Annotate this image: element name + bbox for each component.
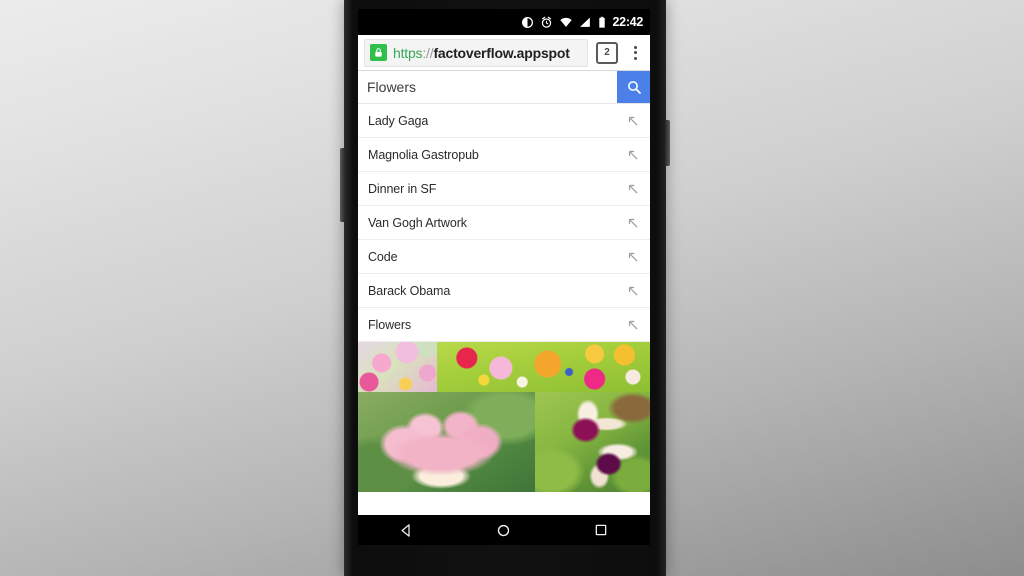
- suggestion-label: Flowers: [368, 317, 412, 332]
- tab-counter-button[interactable]: 2: [596, 41, 618, 64]
- suggestion-label: Van Gogh Artwork: [368, 215, 467, 230]
- list-item[interactable]: Lady Gaga: [358, 104, 650, 138]
- omnibox-url-text: https://factoverflow.appspot: [393, 45, 570, 61]
- omnibox-url-bar[interactable]: https://factoverflow.appspot: [364, 38, 588, 67]
- status-bar-clock: 22:42: [612, 15, 644, 29]
- image-result-row: [358, 342, 650, 392]
- suggestion-label: Lady Gaga: [368, 113, 429, 128]
- image-result-row: [358, 392, 650, 492]
- home-icon[interactable]: [484, 515, 524, 545]
- url-host: factoverflow.appspot: [433, 44, 570, 61]
- tab-count-label: 2: [604, 47, 610, 58]
- suggestion-label: Dinner in SF: [368, 181, 437, 196]
- back-icon[interactable]: [387, 515, 427, 545]
- image-result-thumbnail[interactable]: [358, 392, 535, 492]
- search-bar: [358, 71, 650, 104]
- cellular-signal-icon: [579, 17, 590, 27]
- suggestion-label: Code: [368, 249, 398, 264]
- menu-dot: [633, 51, 637, 54]
- list-item[interactable]: Van Gogh Artwork: [358, 206, 650, 240]
- image-result-thumbnail[interactable]: [436, 342, 650, 392]
- list-item[interactable]: Magnolia Gastropub: [358, 138, 650, 172]
- do-not-disturb-icon: [521, 16, 533, 28]
- list-item[interactable]: Code: [358, 240, 650, 274]
- arrow-up-left-icon[interactable]: [616, 114, 650, 128]
- search-icon: [627, 81, 641, 94]
- image-result-thumbnail[interactable]: [534, 392, 650, 492]
- browser-toolbar: https://factoverflow.appspot 2: [358, 35, 650, 71]
- phone-screen: 22:42 https://factoverflow.appspot 2 Flo…: [358, 9, 650, 545]
- list-item[interactable]: Flowers: [358, 308, 650, 342]
- suggestion-label: Barack Obama: [368, 283, 451, 298]
- recents-icon[interactable]: [581, 515, 621, 545]
- battery-icon: [598, 16, 605, 28]
- url-scheme: https: [393, 44, 423, 61]
- phone-device: 22:42 https://factoverflow.appspot 2 Flo…: [340, 0, 670, 576]
- volume-rocker-button[interactable]: [340, 148, 345, 222]
- arrow-up-left-icon[interactable]: [616, 148, 650, 162]
- arrow-up-left-icon[interactable]: [616, 250, 650, 264]
- suggestion-label: Magnolia Gastropub: [368, 147, 479, 162]
- list-item[interactable]: Dinner in SF: [358, 172, 650, 206]
- list-item[interactable]: Barack Obama: [358, 274, 650, 308]
- image-result-thumbnail[interactable]: [358, 342, 437, 392]
- wifi-icon: [559, 17, 572, 27]
- menu-dot: [633, 56, 637, 60]
- android-navigation-bar: [358, 515, 650, 545]
- search-suggestion-list: Lady Gaga Magnolia Gastropub Dinner in S…: [358, 104, 650, 342]
- status-bar: 22:42: [358, 9, 650, 35]
- lock-icon: [370, 44, 387, 61]
- url-separator: ://: [422, 44, 434, 61]
- menu-dot: [633, 45, 637, 49]
- alarm-icon: [541, 16, 551, 28]
- overflow-menu-icon[interactable]: [627, 42, 643, 64]
- image-results-grid: [358, 342, 650, 492]
- arrow-up-left-icon[interactable]: [616, 318, 650, 332]
- search-input[interactable]: [358, 71, 617, 103]
- search-button[interactable]: [617, 71, 650, 103]
- arrow-up-left-icon[interactable]: [616, 216, 650, 230]
- power-button[interactable]: [665, 120, 670, 166]
- web-page-content: Lady Gaga Magnolia Gastropub: [358, 71, 650, 515]
- arrow-up-left-icon[interactable]: [616, 284, 650, 298]
- arrow-up-left-icon[interactable]: [616, 182, 650, 196]
